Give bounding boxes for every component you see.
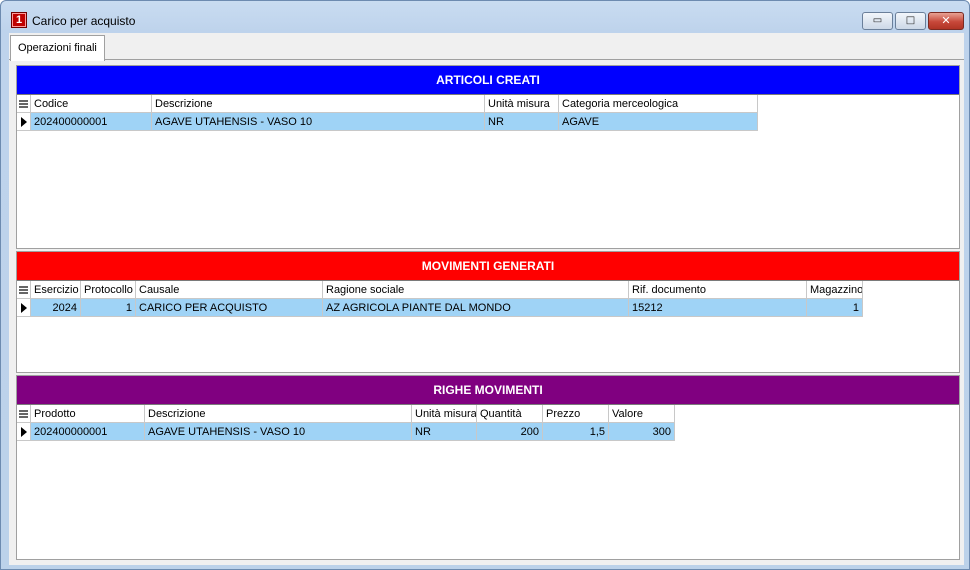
column-header-descrizione[interactable]: Descrizione xyxy=(145,405,412,423)
row-pointer-icon xyxy=(17,299,31,317)
table-row[interactable]: 202400000001 AGAVE UTAHENSIS - VASO 10 N… xyxy=(17,423,675,441)
articoli-header-row: Codice Descrizione Unità misura Categori… xyxy=(17,95,758,113)
cell-prezzo[interactable]: 1,5 xyxy=(543,423,609,441)
column-header-codice[interactable]: Codice xyxy=(31,95,152,113)
column-header-prezzo[interactable]: Prezzo xyxy=(543,405,609,423)
grid-menu-icon[interactable] xyxy=(17,405,31,423)
cell-protocollo[interactable]: 1 xyxy=(81,299,136,317)
movimenti-section: MOVIMENTI GENERATI Esercizio Protocollo … xyxy=(16,251,960,373)
cell-rif-documento[interactable]: 15212 xyxy=(629,299,807,317)
cell-magazzino[interactable]: 1 xyxy=(807,299,863,317)
column-header-descrizione[interactable]: Descrizione xyxy=(152,95,485,113)
close-button[interactable]: ✕ xyxy=(928,12,964,30)
column-header-rif-documento[interactable]: Rif. documento xyxy=(629,281,807,299)
column-header-protocollo[interactable]: Protocollo xyxy=(81,281,136,299)
row-pointer-icon xyxy=(17,423,31,441)
client-area: Operazioni finali ARTICOLI CREATI Codice… xyxy=(9,33,964,565)
tab-page: ARTICOLI CREATI Codice Descrizione Unità… xyxy=(14,63,960,561)
tab-operazioni-finali[interactable]: Operazioni finali xyxy=(10,35,105,61)
column-header-prodotto[interactable]: Prodotto xyxy=(31,405,145,423)
tab-strip: Operazioni finali xyxy=(9,33,964,61)
righe-section: RIGHE MOVIMENTI Prodotto Descrizione Uni… xyxy=(16,375,960,560)
cell-unita-misura[interactable]: NR xyxy=(485,113,559,131)
cell-descrizione[interactable]: AGAVE UTAHENSIS - VASO 10 xyxy=(152,113,485,131)
window-title: Carico per acquisto xyxy=(32,14,136,28)
movimenti-header-row: Esercizio Protocollo Causale Ragione soc… xyxy=(17,281,863,299)
grid-menu-icon[interactable] xyxy=(17,95,31,113)
cell-unita-misura[interactable]: NR xyxy=(412,423,477,441)
column-header-unita-misura[interactable]: Unità misura xyxy=(412,405,477,423)
cell-prodotto[interactable]: 202400000001 xyxy=(31,423,145,441)
cell-categoria[interactable]: AGAVE xyxy=(559,113,758,131)
column-header-ragione-sociale[interactable]: Ragione sociale xyxy=(323,281,629,299)
app-window: 1 Carico per acquisto ▭ □ ✕ Operazioni f… xyxy=(0,0,970,570)
cell-causale[interactable]: CARICO PER ACQUISTO xyxy=(136,299,323,317)
articoli-section: ARTICOLI CREATI Codice Descrizione Unità… xyxy=(16,65,960,249)
column-header-esercizio[interactable]: Esercizio xyxy=(31,281,81,299)
column-header-valore[interactable]: Valore xyxy=(609,405,675,423)
column-header-unita-misura[interactable]: Unità misura xyxy=(485,95,559,113)
cell-quantita[interactable]: 200 xyxy=(477,423,543,441)
righe-header-row: Prodotto Descrizione Unità misura Quanti… xyxy=(17,405,675,423)
movimenti-header: MOVIMENTI GENERATI xyxy=(17,252,959,281)
grid-menu-icon[interactable] xyxy=(17,281,31,299)
title-bar[interactable]: 1 Carico per acquisto ▭ □ ✕ xyxy=(1,1,969,33)
table-row[interactable]: 202400000001 AGAVE UTAHENSIS - VASO 10 N… xyxy=(17,113,758,131)
column-header-causale[interactable]: Causale xyxy=(136,281,323,299)
column-header-categoria[interactable]: Categoria merceologica xyxy=(559,95,758,113)
row-pointer-icon xyxy=(17,113,31,131)
column-header-quantita[interactable]: Quantità xyxy=(477,405,543,423)
app-icon: 1 xyxy=(11,12,27,28)
cell-esercizio[interactable]: 2024 xyxy=(31,299,81,317)
cell-ragione-sociale[interactable]: AZ AGRICOLA PIANTE DAL MONDO xyxy=(323,299,629,317)
maximize-button[interactable]: □ xyxy=(895,12,926,30)
righe-header: RIGHE MOVIMENTI xyxy=(17,376,959,405)
cell-descrizione[interactable]: AGAVE UTAHENSIS - VASO 10 xyxy=(145,423,412,441)
column-header-magazzino[interactable]: Magazzino xyxy=(807,281,863,299)
cell-valore[interactable]: 300 xyxy=(609,423,675,441)
minimize-button[interactable]: ▭ xyxy=(862,12,893,30)
articoli-header: ARTICOLI CREATI xyxy=(17,66,959,95)
table-row[interactable]: 2024 1 CARICO PER ACQUISTO AZ AGRICOLA P… xyxy=(17,299,863,317)
cell-codice[interactable]: 202400000001 xyxy=(31,113,152,131)
